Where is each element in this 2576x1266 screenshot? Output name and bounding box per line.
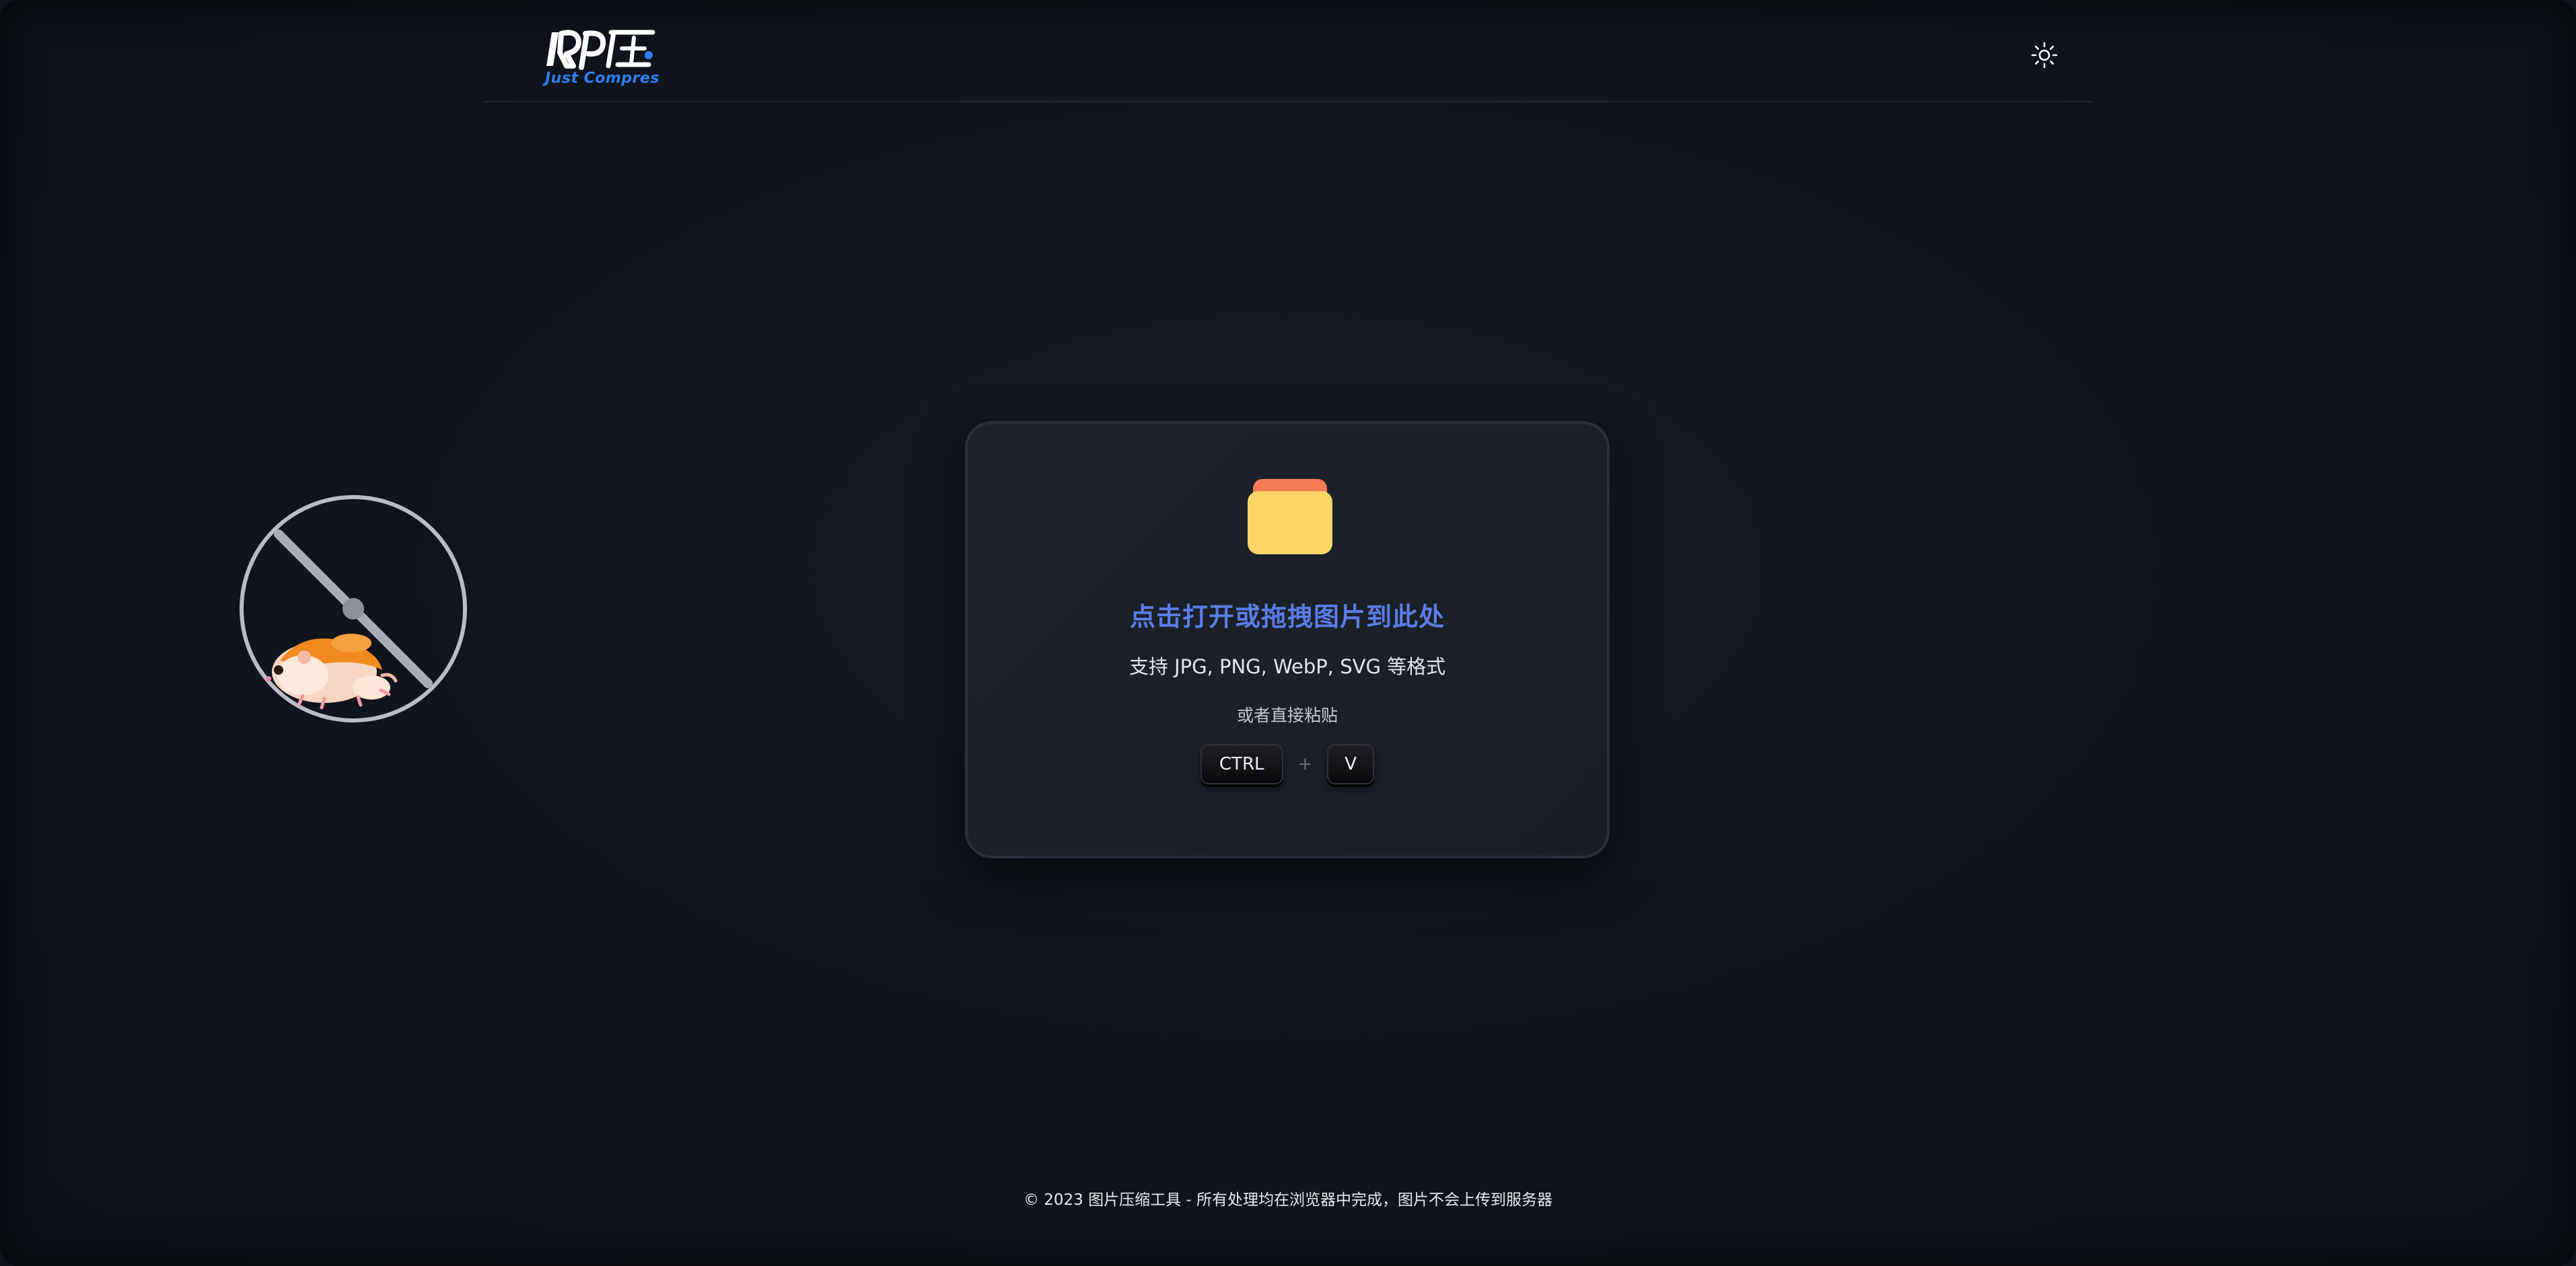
shortcut-keys: CTRL + V xyxy=(968,744,1607,784)
v-key: V xyxy=(1327,744,1375,784)
plus-sign: + xyxy=(1297,754,1313,774)
upload-title: 点击打开或拖拽图片到此处 xyxy=(1129,602,1445,632)
ctrl-key: CTRL xyxy=(1200,744,1283,784)
logo-subtitle: Just Compres xyxy=(545,70,659,87)
paste-hint: 或者直接粘贴 xyxy=(1236,706,1338,725)
upload-dropzone[interactable]: 点击打开或拖拽图片到此处 支持 JPG, PNG, WebP, SVG 等格式 … xyxy=(965,421,1610,858)
hamster-wheel-illustration xyxy=(240,495,467,722)
footer-text: © 2023 图片压缩工具 - 所有处理均在浏览器中完成，图片不会上传到服务器 xyxy=(1023,1191,1553,1209)
folder-icon xyxy=(1248,479,1332,554)
sun-icon[interactable] xyxy=(2031,42,2058,69)
app-window: Just Compres 点击打开或拖拽图片到此处 支持 JPG, PNG, W… xyxy=(0,0,2576,1266)
top-bar: Just Compres xyxy=(483,0,2093,102)
supported-formats: 支持 JPG, PNG, WebP, SVG 等格式 xyxy=(1129,655,1446,678)
